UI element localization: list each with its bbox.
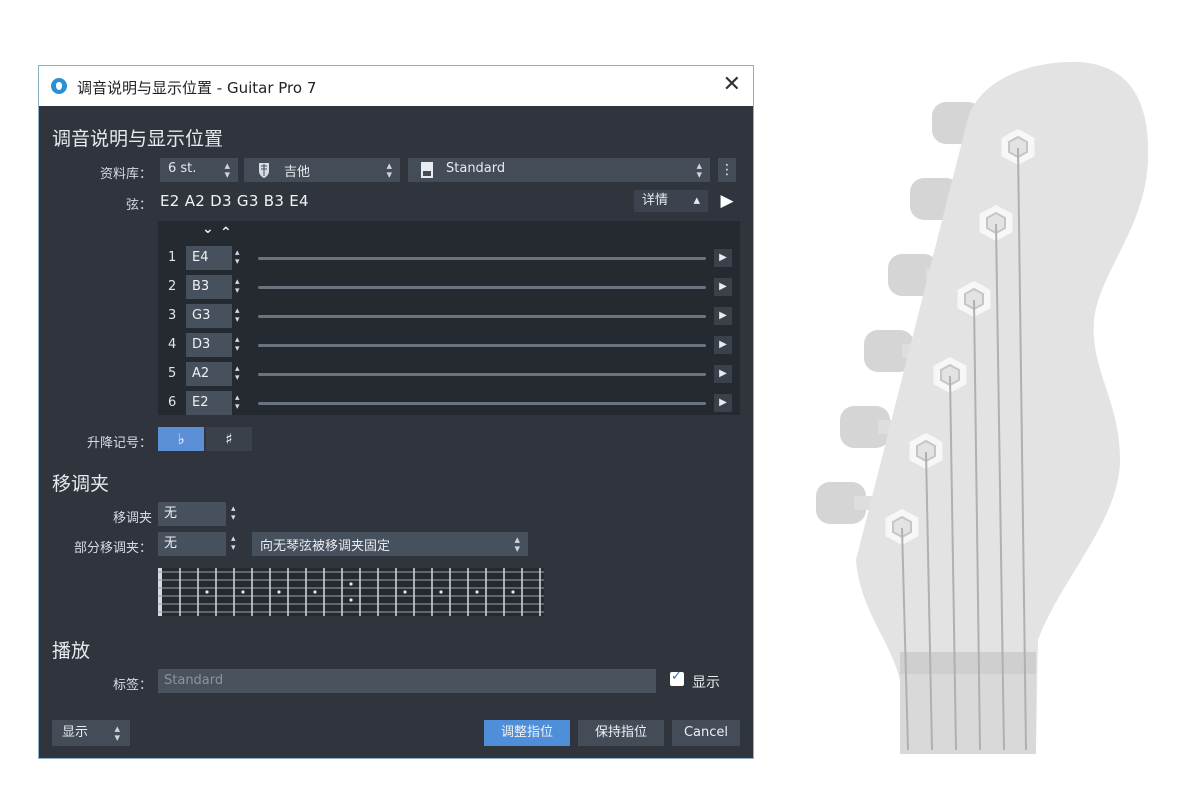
string-line	[258, 373, 706, 376]
note-field[interactable]: D3	[186, 333, 232, 357]
string-count-select[interactable]: 6 st. ▴ ▾	[160, 158, 238, 182]
accidentals-label: 升降记号：	[86, 436, 152, 451]
play-all-icon[interactable]: ▶	[718, 190, 736, 212]
capo-section-title: 移调夹	[52, 473, 110, 495]
string-line	[258, 402, 706, 405]
strings-value: E2 A2 D3 G3 B3 E4	[160, 192, 309, 210]
capo-spinner-icon[interactable]: ▴ ▾	[231, 505, 236, 523]
tuning-row: 2 B3 ▴ ▾ ▶	[158, 275, 740, 299]
note-spinner-icon[interactable]: ▴ ▾	[235, 365, 240, 383]
tuning-row: 5 A2 ▴ ▾ ▶	[158, 362, 740, 386]
more-options-icon[interactable]: ⋮	[718, 158, 736, 182]
partial-capo-spinner-icon[interactable]: ▴ ▾	[231, 535, 236, 553]
capo-select[interactable]: 无	[158, 502, 226, 526]
tag-input[interactable]: Standard	[158, 669, 656, 693]
string-number: 2	[168, 279, 177, 294]
select-arrows-icon: ▴ ▾	[514, 533, 520, 555]
nut	[900, 652, 1036, 674]
note-field[interactable]: A2	[186, 362, 232, 386]
string-number: 3	[168, 308, 177, 323]
play-string-icon[interactable]: ▶	[714, 365, 732, 383]
fretboard-svg	[158, 568, 544, 616]
tag-label: 标签：	[112, 678, 152, 693]
tuning-row: 3 G3 ▴ ▾ ▶	[158, 304, 740, 328]
neck	[900, 674, 1036, 754]
display-select-value: 显示	[62, 725, 89, 740]
note-field[interactable]: E4	[186, 246, 232, 270]
shift-up-icon[interactable]: ⌃	[220, 225, 232, 241]
document-icon	[421, 162, 433, 178]
note-spinner-icon[interactable]: ▴ ▾	[235, 336, 240, 354]
string-number: 5	[168, 366, 177, 381]
tuning-row: 4 D3 ▴ ▾ ▶	[158, 333, 740, 357]
string-line	[258, 344, 706, 347]
partial-capo-mode-select[interactable]: 向无琴弦被移调夹固定 ▴ ▾	[252, 532, 528, 556]
display-select[interactable]: 显示 ▴ ▾	[52, 720, 130, 746]
guitar-headstock-illustration	[816, 61, 1149, 754]
string-number: 1	[168, 250, 177, 265]
show-checkbox[interactable]	[670, 669, 684, 686]
sharp-toggle[interactable]: ♯	[206, 427, 252, 451]
note-field[interactable]: B3	[186, 275, 232, 299]
capo-label: 移调夹	[112, 511, 152, 526]
note-spinner-icon[interactable]: ▴ ▾	[235, 394, 240, 412]
fretboard-diagram[interactable]	[158, 568, 544, 616]
tuning-row: 1 E4 ▴ ▾ ▶	[158, 246, 740, 270]
details-arrow-icon: ▴	[693, 193, 700, 208]
title-bar: 调音说明与显示位置 - Guitar Pro 7 ✕	[39, 66, 753, 106]
select-arrows-icon: ▴ ▾	[696, 159, 702, 181]
string-line	[258, 315, 706, 318]
window-title: 调音说明与显示位置 - Guitar Pro 7	[77, 79, 317, 97]
tuning-panel: ⌄ ⌃ 1 E4 ▴ ▾ ▶ 2 B3 ▴ ▾ ▶ 3 G3 ▴ ▾ ▶ 4 D3 ▴…	[158, 221, 740, 415]
close-icon[interactable]: ✕	[723, 72, 741, 98]
play-string-icon[interactable]: ▶	[714, 336, 732, 354]
playback-section-title: 播放	[52, 640, 91, 662]
string-line	[258, 257, 706, 260]
note-field[interactable]: G3	[186, 304, 232, 328]
note-spinner-icon[interactable]: ▴ ▾	[235, 249, 240, 267]
note-spinner-icon[interactable]: ▴ ▾	[235, 307, 240, 325]
details-label: 详情	[642, 193, 669, 208]
adjust-fingering-button[interactable]: 调整指位	[484, 720, 570, 746]
play-string-icon[interactable]: ▶	[714, 307, 732, 325]
string-count-value: 6 st.	[168, 161, 197, 176]
show-checkbox-label: 显示	[692, 675, 720, 691]
string-number: 4	[168, 337, 177, 352]
strings-label: 弦：	[125, 198, 152, 213]
note-field[interactable]: E2	[186, 391, 232, 415]
guitar-pro-app-icon	[51, 78, 67, 94]
tuning-row: 6 E2 ▴ ▾ ▶	[158, 391, 740, 415]
tuning-preset-value: Standard	[446, 161, 506, 176]
keep-fingering-button[interactable]: 保持指位	[578, 720, 664, 746]
partial-capo-label: 部分移调夹：	[73, 541, 152, 556]
library-label: 资料库：	[99, 167, 152, 182]
instrument-value: 吉他	[284, 165, 311, 180]
tuning-preset-select[interactable]: Standard ▴ ▾	[408, 158, 710, 182]
details-button[interactable]: 详情 ▴	[634, 190, 708, 212]
partial-capo-mode-value: 向无琴弦被移调夹固定	[260, 539, 391, 554]
play-string-icon[interactable]: ▶	[714, 249, 732, 267]
select-arrows-icon: ▴ ▾	[224, 159, 230, 181]
instrument-select[interactable]: 吉他 ▴ ▾	[244, 158, 400, 182]
string-line	[258, 286, 706, 289]
flat-toggle[interactable]: ♭	[158, 427, 204, 451]
string-number: 6	[168, 395, 177, 410]
note-spinner-icon[interactable]: ▴ ▾	[235, 278, 240, 296]
cancel-button[interactable]: Cancel	[672, 720, 740, 746]
select-arrows-icon: ▴ ▾	[386, 159, 392, 181]
play-string-icon[interactable]: ▶	[714, 394, 732, 412]
guitar-body-icon	[259, 163, 269, 178]
tuning-section-title: 调音说明与显示位置	[52, 128, 224, 150]
play-string-icon[interactable]: ▶	[714, 278, 732, 296]
select-arrows-icon: ▴ ▾	[114, 722, 120, 744]
partial-capo-select[interactable]: 无	[158, 532, 226, 556]
shift-down-icon[interactable]: ⌄	[202, 221, 214, 237]
